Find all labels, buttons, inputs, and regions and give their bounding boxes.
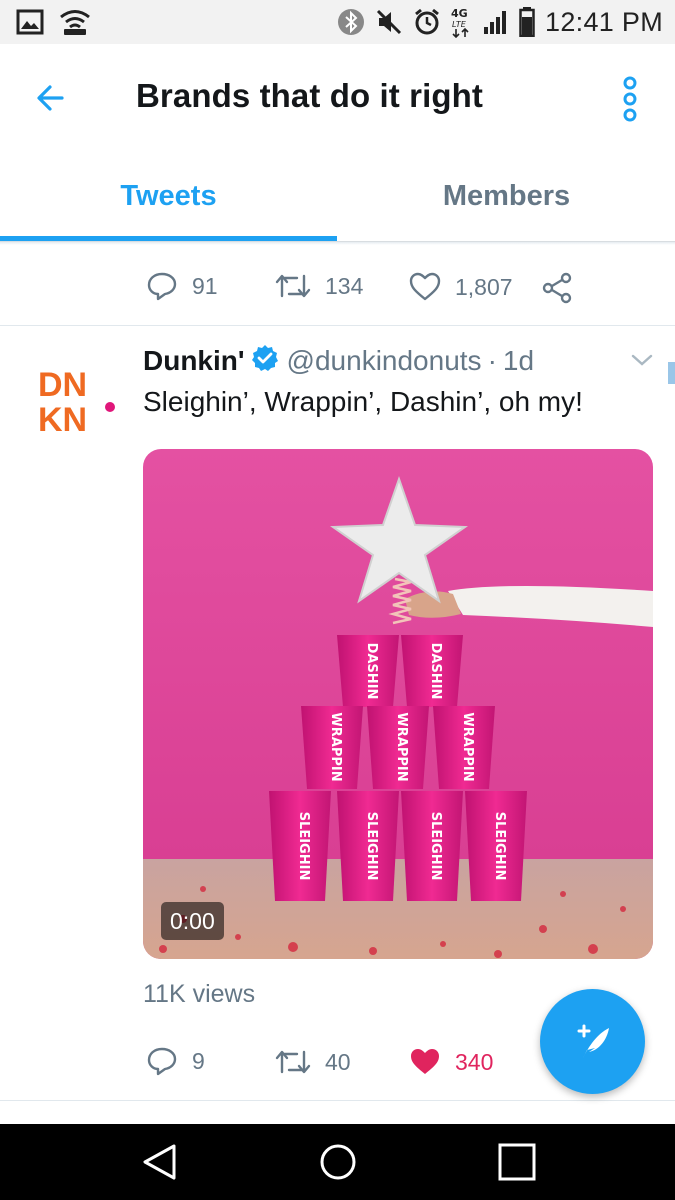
compose-tweet-button[interactable] [540,989,645,1094]
cup-label: SLEIGHIN [296,812,311,881]
reply-button[interactable]: 9 [146,1045,205,1077]
author-handle[interactable]: @dunkindonuts [287,345,482,377]
verified-badge-icon [251,344,279,379]
heart-filled-icon [411,1049,439,1074]
system-home-button[interactable] [318,1142,358,1182]
like-count: 1,807 [455,273,513,300]
app-bar: Brands that do it right [0,44,675,152]
bluetooth-icon [337,8,365,36]
home-circle-icon [320,1144,356,1180]
tab-members[interactable]: Members [338,152,675,240]
retweet-icon [275,1050,311,1074]
compose-tweet-icon [577,1024,609,1058]
retweet-button[interactable]: 40 [275,1048,351,1076]
retweet-count: 134 [325,272,364,299]
video-duration: 0:00 [161,902,224,940]
like-count: 340 [455,1048,494,1075]
page-title: Brands that do it right [136,77,483,114]
share-icon [542,272,572,304]
tweet-video[interactable]: DASHIN DASHIN WRAPPIN WRAPPIN WRAPPIN SL… [143,449,653,959]
clock: 12:41 PM [545,6,663,37]
author-name[interactable]: Dunkin' [143,345,245,377]
alarm-icon [413,8,441,36]
status-bar: 4G LTE 12:41 PM [0,0,675,44]
cup-label: SLEIGHIN [428,812,443,881]
logo-line-1: DN [38,366,87,404]
divider [0,1100,675,1101]
reply-count: 91 [192,272,218,299]
scrollbar-thumb[interactable] [668,362,675,384]
mute-icon [375,8,403,36]
video-thumbnail: DASHIN DASHIN WRAPPIN WRAPPIN WRAPPIN SL… [143,449,653,959]
tweet-text: Sleighin’, Wrappin’, Dashin’, oh my! [143,386,583,417]
signal-icon [483,9,509,35]
heart-outline-icon [409,272,441,301]
back-button[interactable] [28,78,76,118]
divider [0,325,675,326]
recents-square-icon [498,1143,536,1181]
tabs-shadow [0,242,675,245]
cup-label: WRAPPIN [394,712,409,781]
back-triangle-icon [143,1144,176,1180]
like-button[interactable]: 340 [409,1047,493,1077]
tweet-menu-button[interactable] [630,352,654,373]
reply-button[interactable]: 91 [146,270,218,302]
wifi-hotspot-icon [58,8,92,36]
avatar[interactable]: DN KN [38,362,116,439]
system-nav-bar [0,1124,675,1200]
tweet-header: Dunkin' @dunkindonuts · 1d [143,341,534,381]
cup-label: DASHIN [364,643,379,700]
system-back-button[interactable] [140,1142,180,1182]
reply-icon [147,1047,177,1076]
chevron-down-icon [631,354,653,366]
battery-icon [519,7,535,37]
arrow-left-icon [37,85,64,111]
svg-text:LTE: LTE [452,20,467,29]
network-4g-lte-icon: 4G LTE [451,6,473,38]
more-options-button[interactable] [612,74,648,126]
active-tab-indicator [0,236,337,241]
reply-icon [147,272,177,301]
like-button[interactable]: 1,807 [409,272,513,302]
cup-label: SLEIGHIN [364,812,379,881]
retweet-button[interactable]: 134 [275,272,363,300]
cup-label: DASHIN [428,643,443,700]
share-button[interactable] [541,272,573,304]
separator-dot: · [487,345,497,376]
reply-count: 9 [192,1047,205,1074]
tab-tweets[interactable]: Tweets [0,152,337,240]
svg-text:4G: 4G [451,7,468,20]
more-vertical-icon [623,76,637,122]
cup-label: WRAPPIN [328,712,343,781]
tab-bar: Tweets Members [0,152,675,242]
image-icon [16,9,44,35]
retweet-icon [275,274,311,298]
cup-label: SLEIGHIN [492,812,507,881]
retweet-count: 40 [325,1048,351,1075]
cup-label: WRAPPIN [460,712,475,781]
system-recents-button[interactable] [497,1142,537,1182]
tweet-timestamp[interactable]: 1d [503,345,534,377]
logo-line-2: KN [38,401,87,434]
view-count: 11K views [143,980,256,1008]
